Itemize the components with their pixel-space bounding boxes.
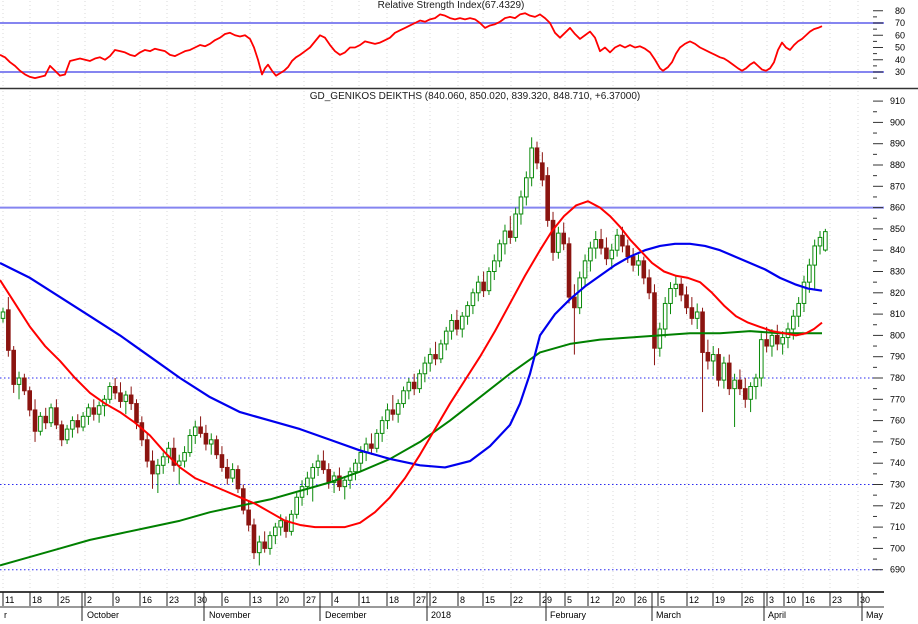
svg-text:740: 740 bbox=[890, 458, 905, 468]
svg-text:26: 26 bbox=[744, 595, 754, 605]
svg-text:13: 13 bbox=[252, 595, 262, 605]
svg-text:760: 760 bbox=[890, 416, 905, 426]
svg-text:820: 820 bbox=[890, 288, 905, 298]
svg-text:830: 830 bbox=[890, 267, 905, 277]
svg-text:9: 9 bbox=[115, 595, 120, 605]
svg-text:30: 30 bbox=[197, 595, 207, 605]
svg-text:8: 8 bbox=[460, 595, 465, 605]
svg-text:27: 27 bbox=[416, 595, 426, 605]
svg-text:810: 810 bbox=[890, 309, 905, 319]
svg-text:800: 800 bbox=[890, 330, 905, 340]
svg-text:700: 700 bbox=[890, 543, 905, 553]
svg-text:870: 870 bbox=[890, 181, 905, 191]
svg-text:25: 25 bbox=[60, 595, 70, 605]
svg-text:November: November bbox=[209, 610, 251, 620]
svg-text:11: 11 bbox=[5, 595, 14, 605]
svg-text:22: 22 bbox=[513, 595, 523, 605]
svg-text:910: 910 bbox=[890, 96, 905, 106]
svg-text:19: 19 bbox=[715, 595, 725, 605]
svg-text:18: 18 bbox=[389, 595, 399, 605]
svg-text:5: 5 bbox=[660, 595, 665, 605]
svg-text:2: 2 bbox=[87, 595, 92, 605]
svg-text:December: December bbox=[325, 610, 367, 620]
svg-text:23: 23 bbox=[832, 595, 842, 605]
svg-text:18: 18 bbox=[32, 595, 42, 605]
svg-text:16: 16 bbox=[805, 595, 815, 605]
svg-text:4: 4 bbox=[334, 595, 339, 605]
svg-text:April: April bbox=[768, 610, 786, 620]
svg-text:2018: 2018 bbox=[431, 610, 451, 620]
svg-text:February: February bbox=[550, 610, 587, 620]
svg-text:70: 70 bbox=[895, 18, 905, 28]
svg-text:770: 770 bbox=[890, 394, 905, 404]
svg-text:26: 26 bbox=[637, 595, 647, 605]
rsi-panel-title: Relative Strength Index(67.4329) bbox=[377, 0, 525, 11]
svg-text:r: r bbox=[4, 610, 7, 620]
svg-text:May: May bbox=[866, 610, 884, 620]
svg-text:16: 16 bbox=[142, 595, 152, 605]
svg-text:80: 80 bbox=[895, 6, 905, 16]
svg-text:3: 3 bbox=[769, 595, 774, 605]
svg-text:12: 12 bbox=[689, 595, 699, 605]
svg-text:860: 860 bbox=[890, 203, 905, 213]
svg-text:29: 29 bbox=[542, 595, 552, 605]
svg-text:27: 27 bbox=[306, 595, 316, 605]
svg-text:23: 23 bbox=[169, 595, 179, 605]
svg-text:710: 710 bbox=[890, 522, 905, 532]
chart-window: 80 70 60 50 40 30 910 900 890 880 870 860 850 840 830 8… bbox=[0, 0, 918, 624]
svg-text:790: 790 bbox=[890, 352, 905, 362]
svg-text:880: 880 bbox=[890, 160, 905, 170]
svg-text:15: 15 bbox=[485, 595, 495, 605]
svg-text:October: October bbox=[87, 610, 119, 620]
svg-text:890: 890 bbox=[890, 139, 905, 149]
svg-text:20: 20 bbox=[615, 595, 625, 605]
price-panel-title: GD_GENIKOS DEIKTHS (840.060, 850.020, 83… bbox=[309, 91, 641, 102]
svg-text:780: 780 bbox=[890, 373, 905, 383]
svg-text:6: 6 bbox=[224, 595, 229, 605]
svg-text:840: 840 bbox=[890, 245, 905, 255]
svg-text:20: 20 bbox=[279, 595, 289, 605]
svg-text:30: 30 bbox=[895, 67, 905, 77]
svg-text:900: 900 bbox=[890, 117, 905, 127]
svg-text:750: 750 bbox=[890, 437, 905, 447]
svg-text:40: 40 bbox=[895, 55, 905, 65]
svg-text:720: 720 bbox=[890, 501, 905, 511]
svg-text:50: 50 bbox=[895, 43, 905, 53]
svg-text:60: 60 bbox=[895, 30, 905, 40]
svg-text:12: 12 bbox=[590, 595, 600, 605]
svg-text:10: 10 bbox=[786, 595, 796, 605]
svg-text:850: 850 bbox=[890, 224, 905, 234]
svg-text:March: March bbox=[656, 610, 681, 620]
svg-text:2: 2 bbox=[432, 595, 437, 605]
svg-text:730: 730 bbox=[890, 480, 905, 490]
svg-text:690: 690 bbox=[890, 565, 905, 575]
svg-text:5: 5 bbox=[567, 595, 572, 605]
svg-text:11: 11 bbox=[361, 595, 370, 605]
